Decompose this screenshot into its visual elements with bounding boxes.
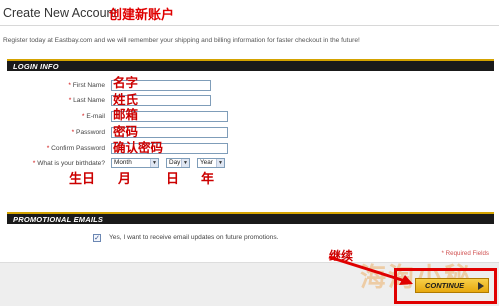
- month-annotation: 月: [118, 172, 132, 187]
- password-row: * Password 密码: [0, 124, 499, 139]
- continue-button[interactable]: CONTINUE: [415, 278, 489, 293]
- promotional-emails-header: PROMOTIONAL EMAILS: [7, 212, 494, 224]
- confirm-password-annotation: 确认密码: [113, 140, 164, 155]
- day-annotation: 日: [166, 172, 180, 187]
- first-name-label: * First Name: [68, 82, 105, 89]
- birth-day-select[interactable]: Day ▼: [166, 158, 190, 168]
- birth-day-value: Day: [169, 159, 181, 166]
- required-mark: *: [71, 129, 75, 136]
- required-mark: *: [32, 160, 36, 167]
- play-arrow-icon: [478, 282, 484, 290]
- birth-month-value: Month: [114, 159, 132, 166]
- title-divider: [0, 25, 499, 26]
- page-title-annotation: 创建新账户: [109, 8, 175, 23]
- required-mark: *: [46, 145, 50, 152]
- email-label-text: E-mail: [86, 113, 105, 120]
- confirm-password-label: * Confirm Password: [47, 145, 105, 152]
- login-info-header: LOGIN INFO: [7, 59, 494, 71]
- promo-opt-in-checkbox[interactable]: ✓: [93, 234, 101, 242]
- continue-button-label: CONTINUE: [425, 281, 465, 290]
- email-row: * E-mail 邮箱: [0, 107, 499, 123]
- year-annotation: 年: [201, 172, 215, 187]
- birthdate-annotation: 生日: [69, 172, 96, 187]
- password-annotation: 密码: [113, 124, 139, 139]
- last-name-row: * Last Name 姓氏: [0, 92, 499, 107]
- email-label: * E-mail: [82, 113, 105, 120]
- first-name-row: * First Name 名字: [0, 75, 499, 92]
- password-label: * Password: [72, 129, 105, 136]
- last-name-annotation: 姓氏: [113, 92, 139, 107]
- birthdate-label-text: What is your birthdate?: [37, 160, 105, 167]
- required-mark: *: [68, 82, 71, 89]
- birth-year-value: Year: [200, 159, 213, 166]
- chevron-down-icon: ▼: [150, 159, 158, 167]
- page-title: Create New Account: [3, 6, 117, 20]
- password-label-text: Password: [76, 129, 105, 136]
- required-mark: *: [81, 113, 85, 120]
- required-mark: *: [68, 97, 72, 104]
- birth-month-select[interactable]: Month ▼: [111, 158, 159, 168]
- last-name-label-text: Last Name: [73, 97, 105, 104]
- first-name-label-text: First Name: [72, 82, 105, 89]
- birth-year-select[interactable]: Year ▼: [197, 158, 225, 168]
- confirm-password-label-text: Confirm Password: [51, 145, 105, 152]
- first-name-annotation: 名字: [113, 75, 139, 90]
- last-name-label: * Last Name: [69, 97, 105, 104]
- intro-text: Register today at Eastbay.com and we wil…: [3, 37, 360, 44]
- email-annotation: 邮箱: [113, 107, 139, 122]
- required-fields-note: * Required Fields: [441, 250, 489, 257]
- chevron-down-icon: ▼: [216, 159, 224, 167]
- promo-opt-in-label: Yes, I want to receive email updates on …: [109, 234, 279, 241]
- confirm-password-row: * Confirm Password 确认密码: [0, 140, 499, 155]
- chevron-down-icon: ▼: [181, 159, 189, 167]
- birthdate-label: * What is your birthdate?: [33, 160, 105, 167]
